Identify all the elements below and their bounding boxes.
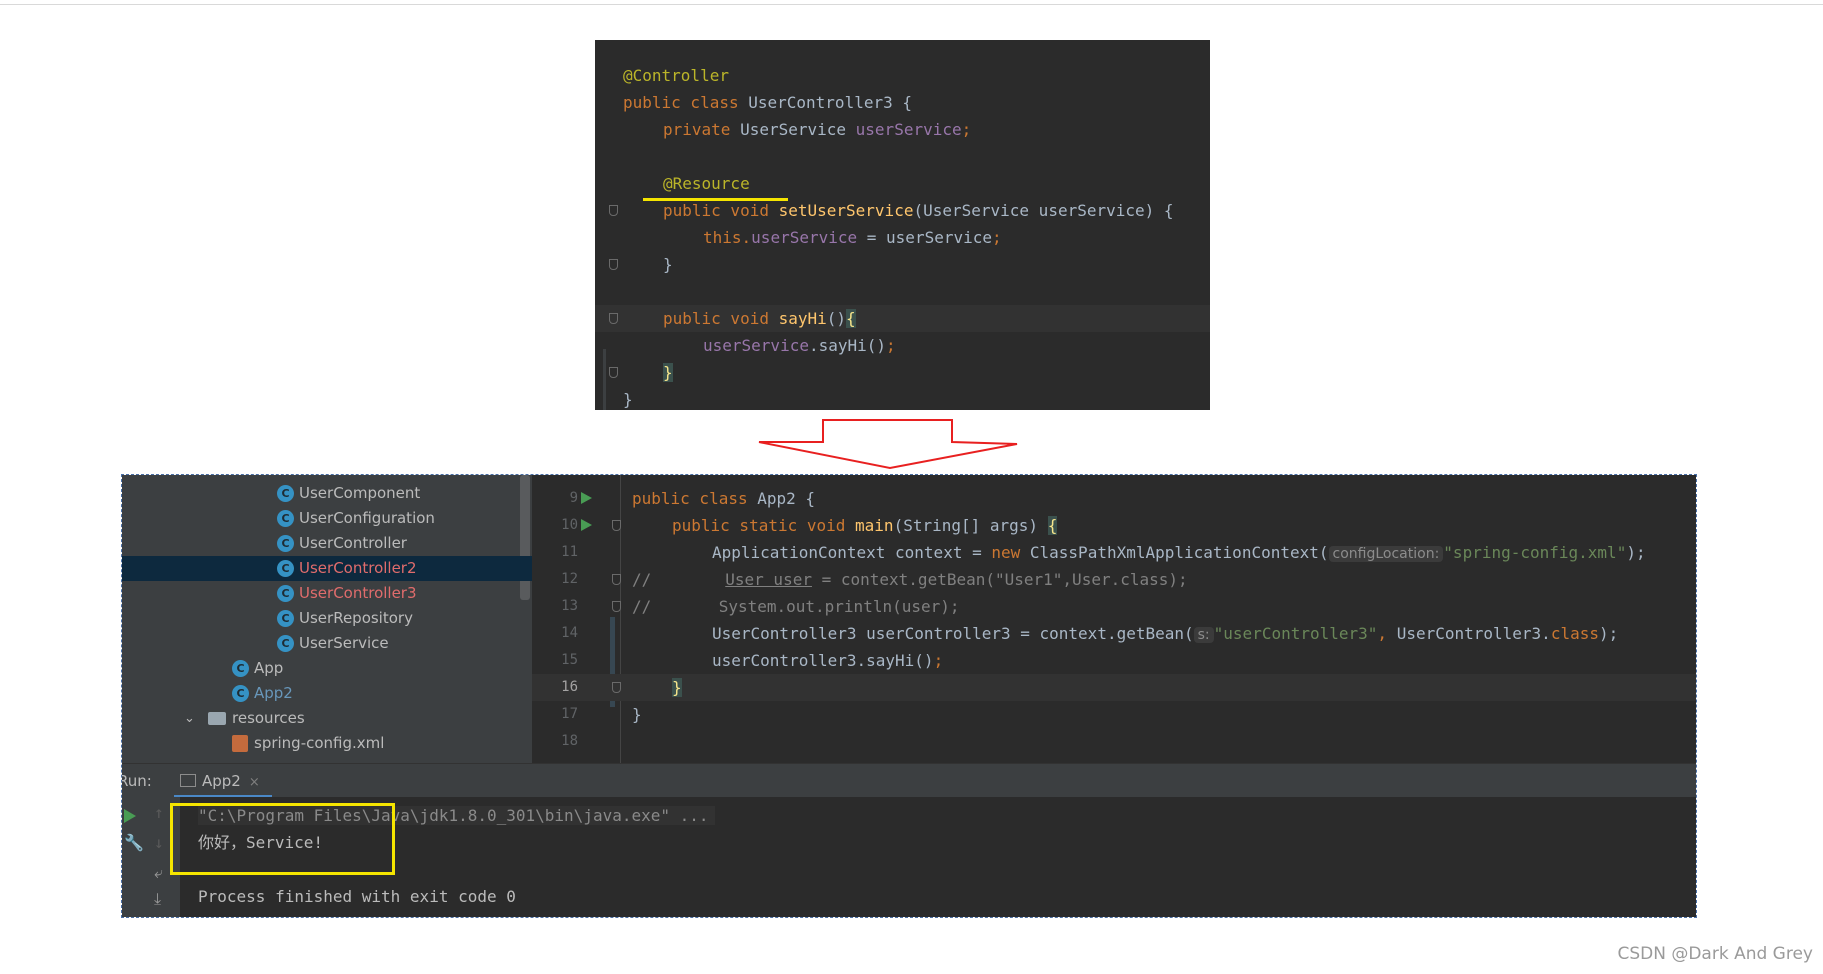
rerun-icon[interactable] (124, 809, 136, 823)
code-editor[interactable]: 9 public class App2 { 10 public static voi… (532, 475, 1696, 763)
runnable-class-icon: C (232, 660, 249, 677)
class-icon: C (277, 485, 294, 502)
fold-icon[interactable] (609, 205, 618, 216)
down-arrow-icon (758, 419, 1018, 470)
folder-icon (208, 712, 226, 725)
tree-item-app2[interactable]: C App2 (122, 681, 532, 706)
tree-item-userservice[interactable]: C UserService (122, 631, 532, 656)
tree-item-app[interactable]: C App (122, 656, 532, 681)
code-line: } (595, 251, 1210, 278)
console-icon (180, 774, 196, 787)
xml-file-icon (232, 735, 248, 752)
highlight-box (170, 803, 395, 875)
class-icon: C (277, 635, 294, 652)
editor-line: 11 ApplicationContext context = new Class… (561, 543, 1646, 562)
editor-line: 15 userController3.sayHi(); (561, 651, 944, 670)
arrow-down-icon[interactable]: ↓ (154, 833, 164, 852)
tab-app2[interactable]: App2 × (174, 764, 272, 798)
class-icon: C (277, 585, 294, 602)
soft-wrap-icon[interactable]: ⤶ (154, 863, 163, 883)
run-panel-header: Run: App2 × (122, 763, 1696, 798)
code-line: public void setUserService(UserService u… (595, 197, 1210, 224)
fold-icon[interactable] (612, 682, 621, 693)
tree-item-usercontroller2[interactable]: C UserController2 (122, 556, 532, 581)
fold-icon[interactable] (609, 259, 618, 270)
page-top-border (0, 0, 1823, 5)
editor-line: 10 public static void main(String[] args)… (561, 516, 1058, 535)
class-icon: C (277, 610, 294, 627)
code-line: userService.sayHi(); (703, 336, 896, 355)
code-line: private UserService userService; (663, 120, 972, 139)
editor-line: 17} (561, 705, 642, 724)
code-snippet-top: @Controller public class UserController3… (595, 40, 1210, 410)
fold-icon[interactable] (612, 601, 621, 612)
chevron-down-icon[interactable]: ⌄ (184, 706, 195, 731)
runnable-class-icon: C (232, 685, 249, 702)
run-label: Run: (122, 772, 152, 790)
editor-line: 18 (561, 733, 578, 749)
ide-window: C UserComponent C UserConfiguration C UserC… (121, 474, 1697, 918)
class-icon: C (277, 560, 294, 577)
code-line: } (595, 359, 1210, 386)
editor-line: 14 UserController3 userController3 = cont… (561, 624, 1619, 643)
code-line: @Controller (623, 66, 729, 85)
tree-item-spring-config[interactable]: spring-config.xml (122, 731, 532, 756)
close-icon[interactable]: × (249, 775, 260, 790)
tree-item-usercomponent[interactable]: C UserComponent (122, 481, 532, 506)
tree-item-userrepository[interactable]: C UserRepository (122, 606, 532, 631)
fold-icon[interactable] (612, 520, 621, 531)
fold-icon[interactable] (609, 313, 618, 324)
class-icon: C (277, 510, 294, 527)
editor-line: 9 public class App2 { (569, 489, 816, 508)
fold-icon[interactable] (612, 574, 621, 585)
tree-item-resources[interactable]: ⌄ resources (122, 706, 532, 731)
fold-icon[interactable] (609, 367, 618, 378)
code-line: } (623, 390, 633, 409)
editor-line: 12//User user = context.getBean("User1",… (561, 570, 1188, 589)
watermark: CSDN @Dark And Grey (1617, 944, 1813, 964)
tree-item-usercontroller3[interactable]: C UserController3 (122, 581, 532, 606)
tree-item-usercontroller[interactable]: C UserController (122, 531, 532, 556)
tree-item-userconfiguration[interactable]: C UserConfiguration (122, 506, 532, 531)
code-line: public class UserController3 { (623, 93, 912, 112)
project-tree: C UserComponent C UserConfiguration C UserC… (122, 475, 532, 763)
scroll-to-end-icon[interactable]: ⤓ (154, 889, 161, 909)
arrow-up-icon[interactable]: ↑ (154, 803, 164, 822)
class-icon: C (277, 535, 294, 552)
console-exit-status: Process finished with exit code 0 (198, 887, 516, 906)
wrench-icon[interactable]: 🔧 (124, 833, 144, 852)
code-line: this.userService = userService; (703, 228, 1002, 247)
code-line: public void sayHi(){ (595, 305, 1210, 332)
editor-line-current: 16} (532, 674, 1696, 701)
code-line: @Resource (663, 174, 750, 193)
run-gutter-icon[interactable] (581, 492, 592, 504)
editor-line: 13// System.out.println(user); (561, 597, 960, 616)
run-gutter-icon[interactable] (581, 519, 592, 531)
